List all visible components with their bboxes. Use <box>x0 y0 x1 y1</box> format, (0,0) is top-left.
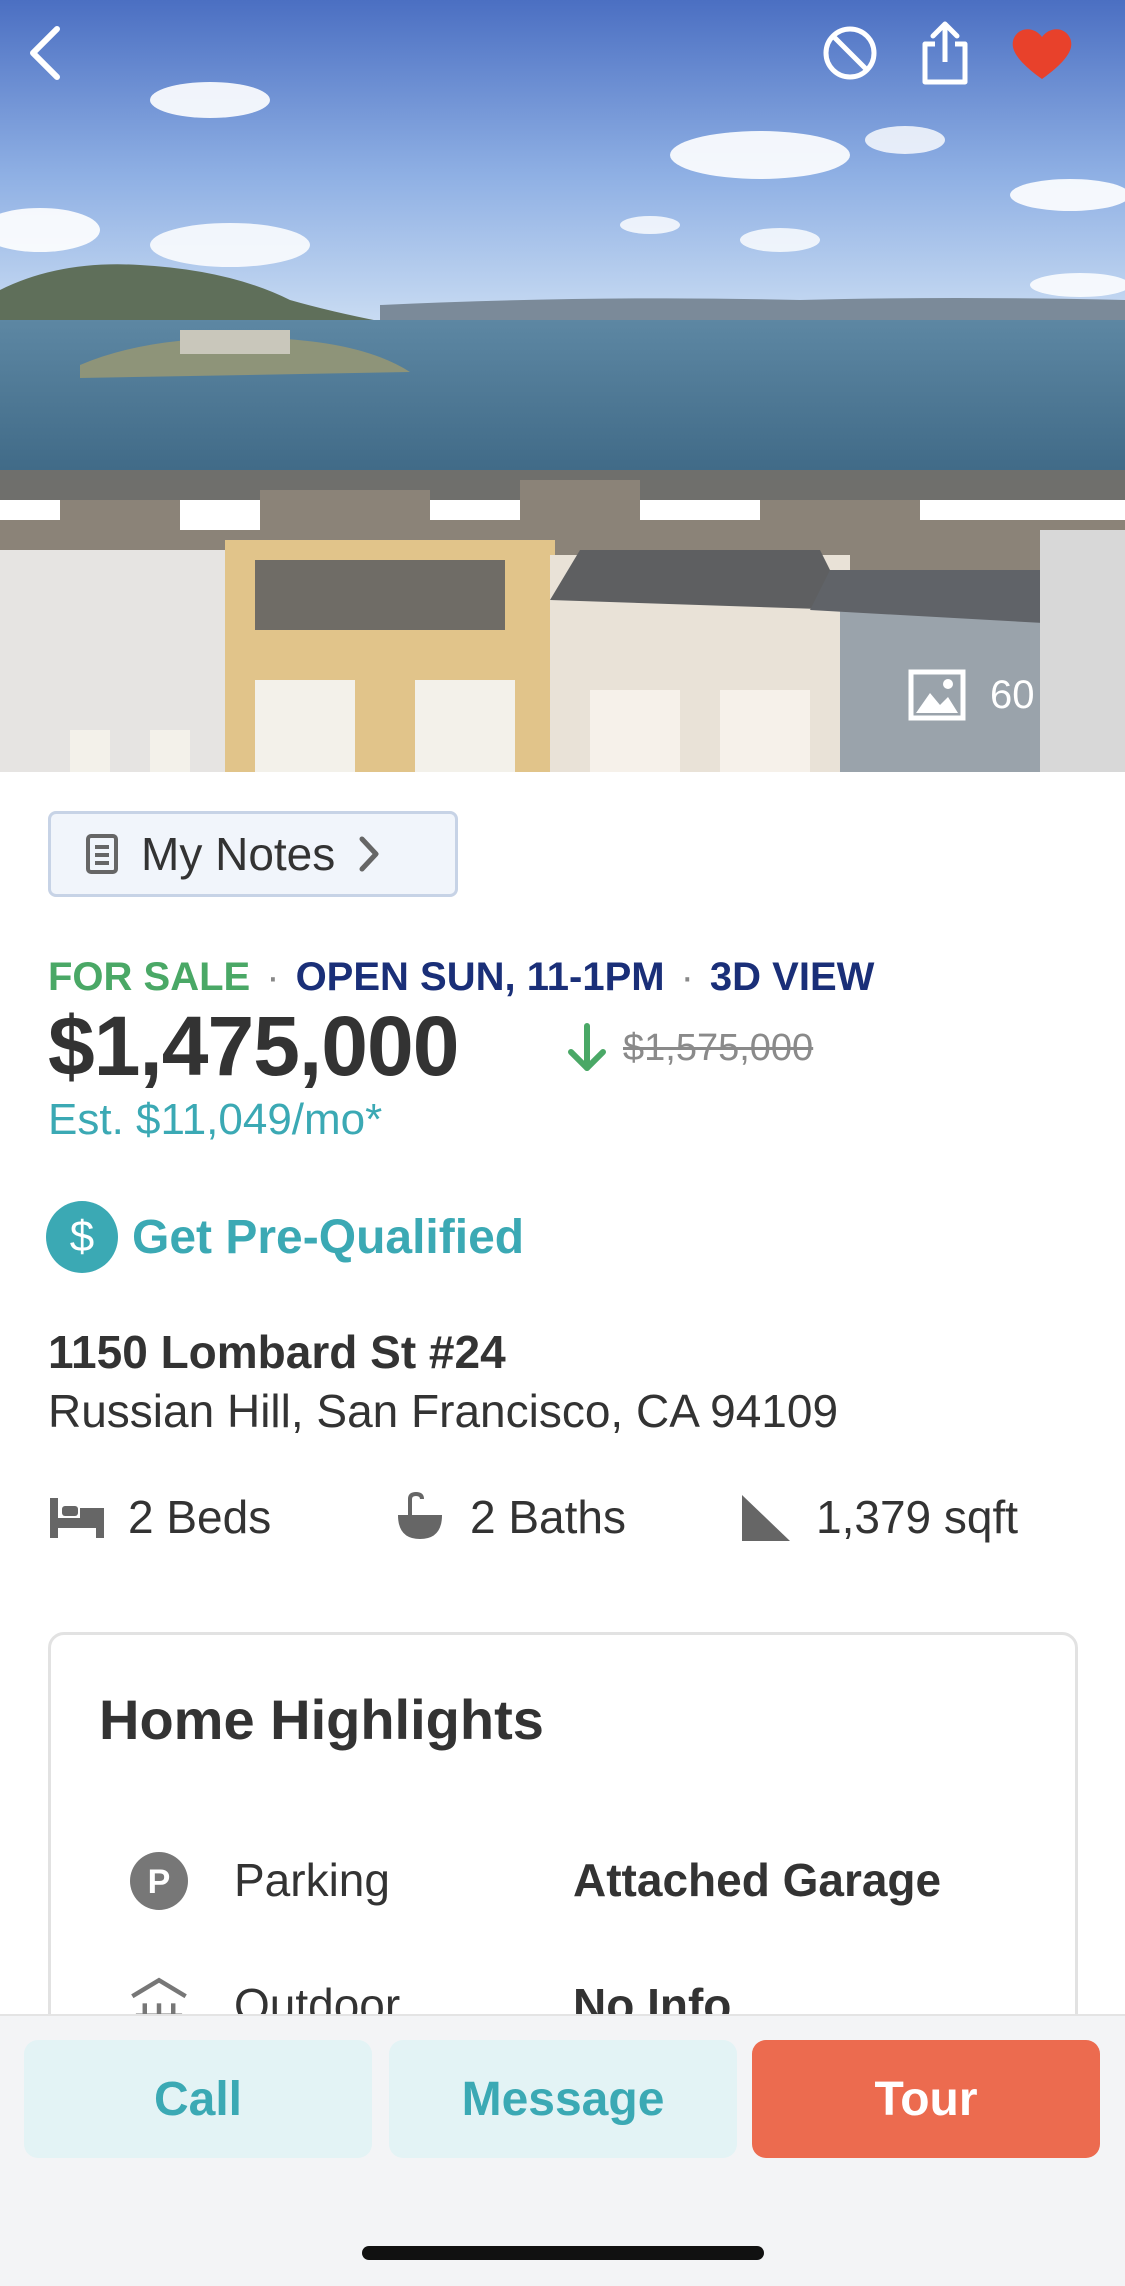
home-highlights-title: Home Highlights <box>99 1688 544 1751</box>
chevron-right-icon <box>359 836 379 872</box>
highlight-label: Parking <box>234 1854 390 1906</box>
monthly-estimate-link[interactable]: Est. $11,049/mo* <box>48 1095 382 1145</box>
listing-status-row: FOR SALE · OPEN SUN, 11-1PM · 3D VIEW <box>48 955 874 1000</box>
home-indicator[interactable] <box>362 2246 764 2260</box>
listing-photo[interactable]: 60 <box>0 0 1125 772</box>
hide-listing-button[interactable] <box>805 8 895 98</box>
previous-price: $1,575,000 <box>623 1026 814 1069</box>
locality-address: Russian Hill, San Francisco, CA 94109 <box>48 1385 839 1437</box>
baths-fact: 2 Baths <box>392 1490 626 1544</box>
svg-text:P: P <box>148 1863 171 1901</box>
photo-count-badge[interactable]: 60 <box>908 650 1078 740</box>
my-notes-button[interactable]: My Notes <box>48 811 458 897</box>
arrow-down-icon <box>568 1023 606 1071</box>
favorite-button[interactable] <box>997 8 1087 98</box>
baths-value: 2 Baths <box>470 1491 626 1543</box>
message-button[interactable]: Message <box>389 2040 737 2158</box>
back-chevron-icon <box>30 26 60 80</box>
bed-icon <box>50 1498 104 1538</box>
dollar-icon: $ <box>46 1201 118 1273</box>
get-prequalified-button[interactable]: $ Get Pre-Qualified <box>46 1201 524 1273</box>
share-button[interactable] <box>900 8 990 98</box>
home-highlights-card: Home Highlights P Parking Attached Garag… <box>48 1632 1078 2052</box>
for-sale-status: FOR SALE <box>48 955 251 999</box>
highlight-value: Attached Garage <box>573 1854 942 1906</box>
gallery-icon <box>908 669 966 721</box>
beds-fact: 2 Beds <box>48 1490 271 1544</box>
call-button[interactable]: Call <box>24 2040 372 2158</box>
3d-view-link[interactable]: 3D VIEW <box>710 955 874 1000</box>
price-drop: $1,575,000 <box>565 1022 813 1074</box>
beds-value: 2 Beds <box>128 1491 272 1543</box>
status-separator: · <box>680 955 694 999</box>
tour-button[interactable]: Tour <box>752 2040 1100 2158</box>
share-icon <box>922 21 968 85</box>
area-icon <box>742 1495 790 1541</box>
parking-icon: P <box>127 1849 191 1913</box>
sqft-fact: 1,379 sqft <box>738 1490 1018 1544</box>
listing-price: $1,475,000 <box>48 999 459 1093</box>
status-separator: · <box>266 955 280 999</box>
sqft-value: 1,379 sqft <box>816 1491 1019 1543</box>
street-address: 1150 Lombard St #24 <box>48 1326 506 1378</box>
get-prequalified-label: Get Pre-Qualified <box>132 1210 525 1264</box>
action-bar: Call Message Tour <box>0 2014 1125 2286</box>
bath-icon <box>398 1491 442 1539</box>
block-icon <box>823 26 877 80</box>
my-notes-label: My Notes <box>141 828 336 880</box>
highlight-row: P Parking Attached Garage <box>51 1845 1075 1925</box>
photo-count: 60 <box>990 672 1035 717</box>
open-house-link[interactable]: OPEN SUN, 11-1PM <box>296 955 665 1000</box>
back-button[interactable] <box>0 8 90 98</box>
notes-icon <box>86 834 118 874</box>
heart-icon <box>1012 29 1072 79</box>
key-facts: 2 Beds 2 Baths 1,379 sqft <box>48 1490 1088 1560</box>
